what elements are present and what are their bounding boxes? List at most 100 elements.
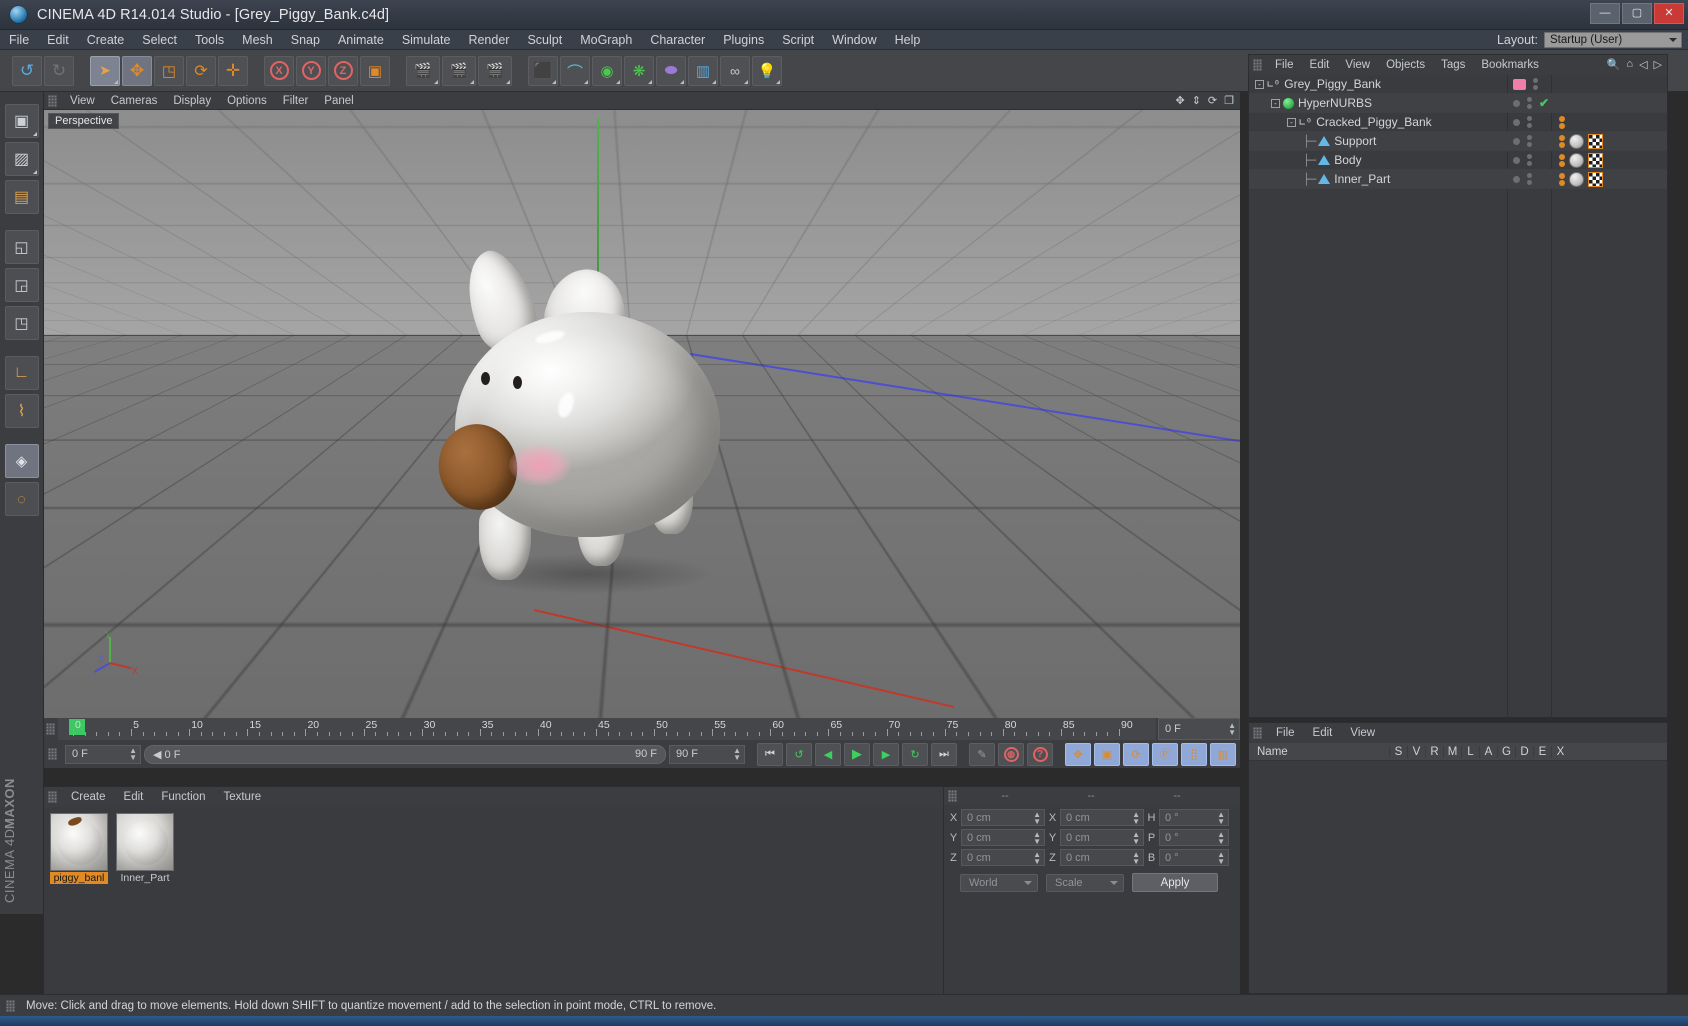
rotation-h-input[interactable]: 0 ° ▲ ▼ <box>1159 809 1229 826</box>
material-item[interactable]: Inner_Part <box>116 813 174 884</box>
layer-column-r[interactable]: R <box>1425 745 1443 758</box>
piggy-bank-model[interactable] <box>417 242 747 604</box>
lock-z-axis-button[interactable]: Z <box>328 55 358 86</box>
lock-y-axis-button[interactable]: Y <box>296 55 326 86</box>
visibility-dot[interactable] <box>1527 154 1532 159</box>
menu-item-select[interactable]: Select <box>133 30 186 50</box>
edges-mode-button[interactable]: ◲ <box>4 268 39 302</box>
menu-item-window[interactable]: Window <box>823 30 885 50</box>
layer-column-l[interactable]: L <box>1461 745 1479 758</box>
render-visibility-dots[interactable] <box>1527 135 1532 147</box>
uvw-tag-icon[interactable] <box>1588 152 1603 168</box>
move-view-icon[interactable]: ✥ <box>1175 94 1184 108</box>
world-object-coordinates-button[interactable]: ▣ <box>360 55 390 86</box>
viewport-menu-panel[interactable]: Panel <box>316 92 361 110</box>
stepper-icon[interactable]: ▲ ▼ <box>1217 810 1225 825</box>
layer-column-d[interactable]: D <box>1515 745 1533 758</box>
play-forward-button[interactable]: ▶ <box>844 742 870 766</box>
object-menu-file[interactable]: File <box>1267 59 1302 71</box>
editor-visibility-dot[interactable] <box>1513 156 1520 164</box>
apply-button[interactable]: Apply <box>1132 873 1218 892</box>
viewport-menu-view[interactable]: View <box>62 92 103 110</box>
position-z-input[interactable]: 0 cm ▲ ▼ <box>961 849 1045 866</box>
maximize-view-icon[interactable]: ❐ <box>1224 94 1234 108</box>
object-menu-tags[interactable]: Tags <box>1433 59 1473 71</box>
render-visibility-dots[interactable] <box>1533 78 1538 90</box>
panel-grip-icon[interactable] <box>48 94 57 107</box>
render-visibility-dots[interactable] <box>1527 173 1532 185</box>
stepper-icon[interactable]: ▲ ▼ <box>1033 850 1041 865</box>
menu-item-help[interactable]: Help <box>886 30 930 50</box>
visibility-dot[interactable] <box>1527 104 1532 109</box>
perspective-viewport[interactable]: Perspective Y X Z <box>44 110 1240 718</box>
viewport-menu-display[interactable]: Display <box>165 92 219 110</box>
camera-button[interactable]: ∞ <box>720 55 750 86</box>
panel-grip-icon[interactable] <box>48 791 57 803</box>
record-rotation-button[interactable]: ⟳ <box>1123 742 1149 766</box>
object-row[interactable]: - ∟⁰ Cracked_Piggy_Bank <box>1249 113 1667 132</box>
stepper-icon[interactable]: ▲ ▼ <box>1217 830 1225 845</box>
timeline-ruler[interactable]: 0 5 10 15 20 25 30 35 40 45 50 55 60 65 70 75 80 85 90 <box>58 718 1156 740</box>
render-visibility-dots[interactable] <box>1527 116 1532 128</box>
maximize-button[interactable]: ▢ <box>1622 3 1652 24</box>
stepper-icon[interactable]: ▲ ▼ <box>129 747 137 762</box>
scale-tool[interactable]: ◳ <box>154 55 184 86</box>
rotation-p-input[interactable]: 0 ° ▲ ▼ <box>1159 829 1229 846</box>
timeline-range-slider[interactable]: ◀ 0 F 90 F <box>144 744 666 764</box>
layout-select[interactable]: Startup (User) <box>1544 32 1682 48</box>
end-frame-field[interactable]: 90 F ▲ ▼ <box>669 744 745 764</box>
step-back-button[interactable]: ◀ <box>815 742 841 766</box>
render-visibility-dots[interactable] <box>1527 154 1532 166</box>
search-icon[interactable]: 🔍 <box>1607 58 1621 71</box>
menu-item-mesh[interactable]: Mesh <box>233 30 282 50</box>
menu-item-animate[interactable]: Animate <box>329 30 393 50</box>
close-button[interactable]: ✕ <box>1654 3 1684 24</box>
timeline-frame-field[interactable]: 0 F ▲ ▼ <box>1158 718 1240 740</box>
home-icon[interactable]: ⌂ <box>1626 58 1633 71</box>
current-frame-field[interactable]: 0 F ▲ ▼ <box>65 744 141 764</box>
material-thumbnail[interactable] <box>50 813 108 871</box>
play-loop-button[interactable]: ↻ <box>902 742 928 766</box>
stepper-icon[interactable]: ▲ ▼ <box>733 747 741 762</box>
layer-column-name[interactable]: Name <box>1249 746 1389 758</box>
material-thumbnail[interactable] <box>116 813 174 871</box>
nurbs-button[interactable]: ◉ <box>592 55 622 86</box>
tree-expander-icon[interactable]: - <box>1255 79 1264 89</box>
editor-visibility-dot[interactable] <box>1513 137 1520 145</box>
visibility-dot[interactable] <box>1527 173 1532 178</box>
tree-expander-icon[interactable]: - <box>1287 117 1296 127</box>
playbar-grip-icon[interactable] <box>48 748 57 760</box>
rotation-b-input[interactable]: 0 ° ▲ ▼ <box>1159 849 1229 866</box>
live-selection-tool[interactable]: ➤ <box>90 55 120 86</box>
visibility-dots[interactable] <box>1513 78 1538 90</box>
workplane-mode-button[interactable]: ▤ <box>4 180 39 214</box>
visibility-dots[interactable] <box>1513 116 1532 128</box>
visibility-dot[interactable] <box>1527 97 1532 102</box>
record-active-objects-button[interactable]: ◍ <box>998 742 1024 766</box>
editor-visibility-dot[interactable] <box>1513 99 1520 107</box>
object-menu-edit[interactable]: Edit <box>1302 59 1338 71</box>
layer-menu-edit[interactable]: Edit <box>1304 727 1342 739</box>
material-tag-icon[interactable] <box>1569 152 1584 168</box>
rotate-tool[interactable]: ⟳ <box>186 55 216 86</box>
render-view-button[interactable]: 🎬 <box>406 55 440 86</box>
coordinate-mode-select[interactable]: Scale <box>1046 873 1124 892</box>
uvw-tag-icon[interactable] <box>1588 171 1603 187</box>
rotate-view-icon[interactable]: ⟳ <box>1208 94 1217 108</box>
render-visibility-dots[interactable] <box>1527 97 1532 109</box>
material-menu-create[interactable]: Create <box>62 791 115 803</box>
menu-item-file[interactable]: File <box>0 30 38 50</box>
object-menu-view[interactable]: View <box>1337 59 1378 71</box>
prev-icon[interactable]: ◁ <box>1639 58 1647 71</box>
stepper-icon[interactable]: ▲ ▼ <box>1228 722 1236 737</box>
visibility-dot[interactable] <box>1527 116 1532 121</box>
goto-end-button[interactable]: ⏭ <box>931 742 957 766</box>
render-settings-button[interactable]: 🎬 <box>478 55 512 86</box>
render-region-button[interactable]: 🎬 <box>442 55 476 86</box>
visibility-dot[interactable] <box>1533 78 1538 83</box>
move-tool[interactable]: ✥ <box>122 55 152 86</box>
material-tag-icon[interactable] <box>1569 133 1584 149</box>
record-scale-button[interactable]: ▣ <box>1094 742 1120 766</box>
material-menu-function[interactable]: Function <box>152 791 214 803</box>
object-row[interactable]: ├─ Body <box>1249 151 1667 170</box>
